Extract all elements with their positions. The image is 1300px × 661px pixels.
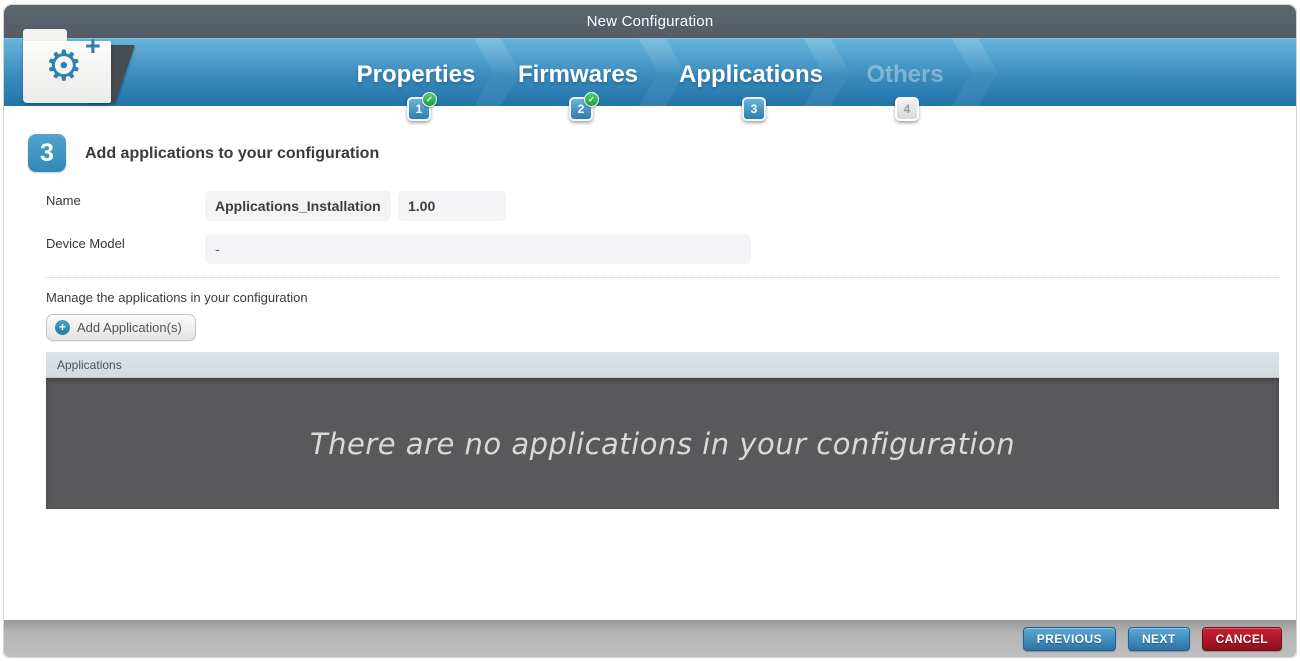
step-1-number: 1 <box>416 102 423 116</box>
empty-message: There are no applications in your config… <box>310 427 1015 461</box>
tab-properties[interactable]: Properties <box>357 61 476 89</box>
configuration-name-field[interactable]: Applications_Installation <box>205 191 391 221</box>
device-model-label: Device Model <box>46 236 125 251</box>
divider <box>46 277 1279 278</box>
step-1-check-icon: ✓ <box>422 92 437 107</box>
step-1-badge: 1 ✓ <box>407 97 431 121</box>
step-4-badge: 4 <box>895 97 919 121</box>
version-field[interactable]: 1.00 <box>398 191 506 221</box>
add-applications-label: Add Application(s) <box>77 320 182 335</box>
current-step-badge: 3 <box>28 134 66 172</box>
plus-icon: + <box>85 31 101 62</box>
applications-empty-state: There are no applications in your config… <box>46 378 1279 509</box>
step-separator-chevron <box>952 39 998 106</box>
wizard-window: New Configuration Properties Firmwares A… <box>3 4 1297 658</box>
tab-others: Others <box>866 61 943 89</box>
app-logo: ⚙ + <box>21 29 133 109</box>
applications-table: Applications There are no applications i… <box>46 352 1279 509</box>
title-bar: New Configuration <box>4 5 1296 38</box>
manage-applications-text: Manage the applications in your configur… <box>46 290 308 305</box>
previous-button[interactable]: PREVIOUS <box>1023 627 1116 651</box>
gear-icon: ⚙ <box>45 43 83 89</box>
page-title: Add applications to your configuration <box>85 145 379 163</box>
tab-firmwares[interactable]: Firmwares <box>518 61 638 89</box>
step-separator-chevron <box>474 39 520 106</box>
tab-applications[interactable]: Applications <box>679 61 823 89</box>
footer-bar: PREVIOUS NEXT CANCEL <box>4 620 1296 657</box>
applications-column-header: Applications <box>46 352 1279 378</box>
add-applications-button[interactable]: + Add Application(s) <box>46 314 196 341</box>
plus-icon: + <box>55 320 70 335</box>
main-content: 3 Add applications to your configuration… <box>4 106 1296 588</box>
step-3-badge: 3 <box>742 97 766 121</box>
step-2-check-icon: ✓ <box>584 92 599 107</box>
step-2-number: 2 <box>578 102 585 116</box>
device-model-field[interactable]: - <box>205 234 751 264</box>
step-2-badge: 2 ✓ <box>569 97 593 121</box>
step-3-number: 3 <box>751 102 758 116</box>
step-4-number: 4 <box>904 102 911 116</box>
cancel-button[interactable]: CANCEL <box>1202 627 1282 651</box>
wizard-step-bar: Properties Firmwares Applications Others <box>4 38 1296 106</box>
window-title: New Configuration <box>587 13 714 30</box>
name-label: Name <box>46 193 81 208</box>
next-button[interactable]: NEXT <box>1128 627 1190 651</box>
